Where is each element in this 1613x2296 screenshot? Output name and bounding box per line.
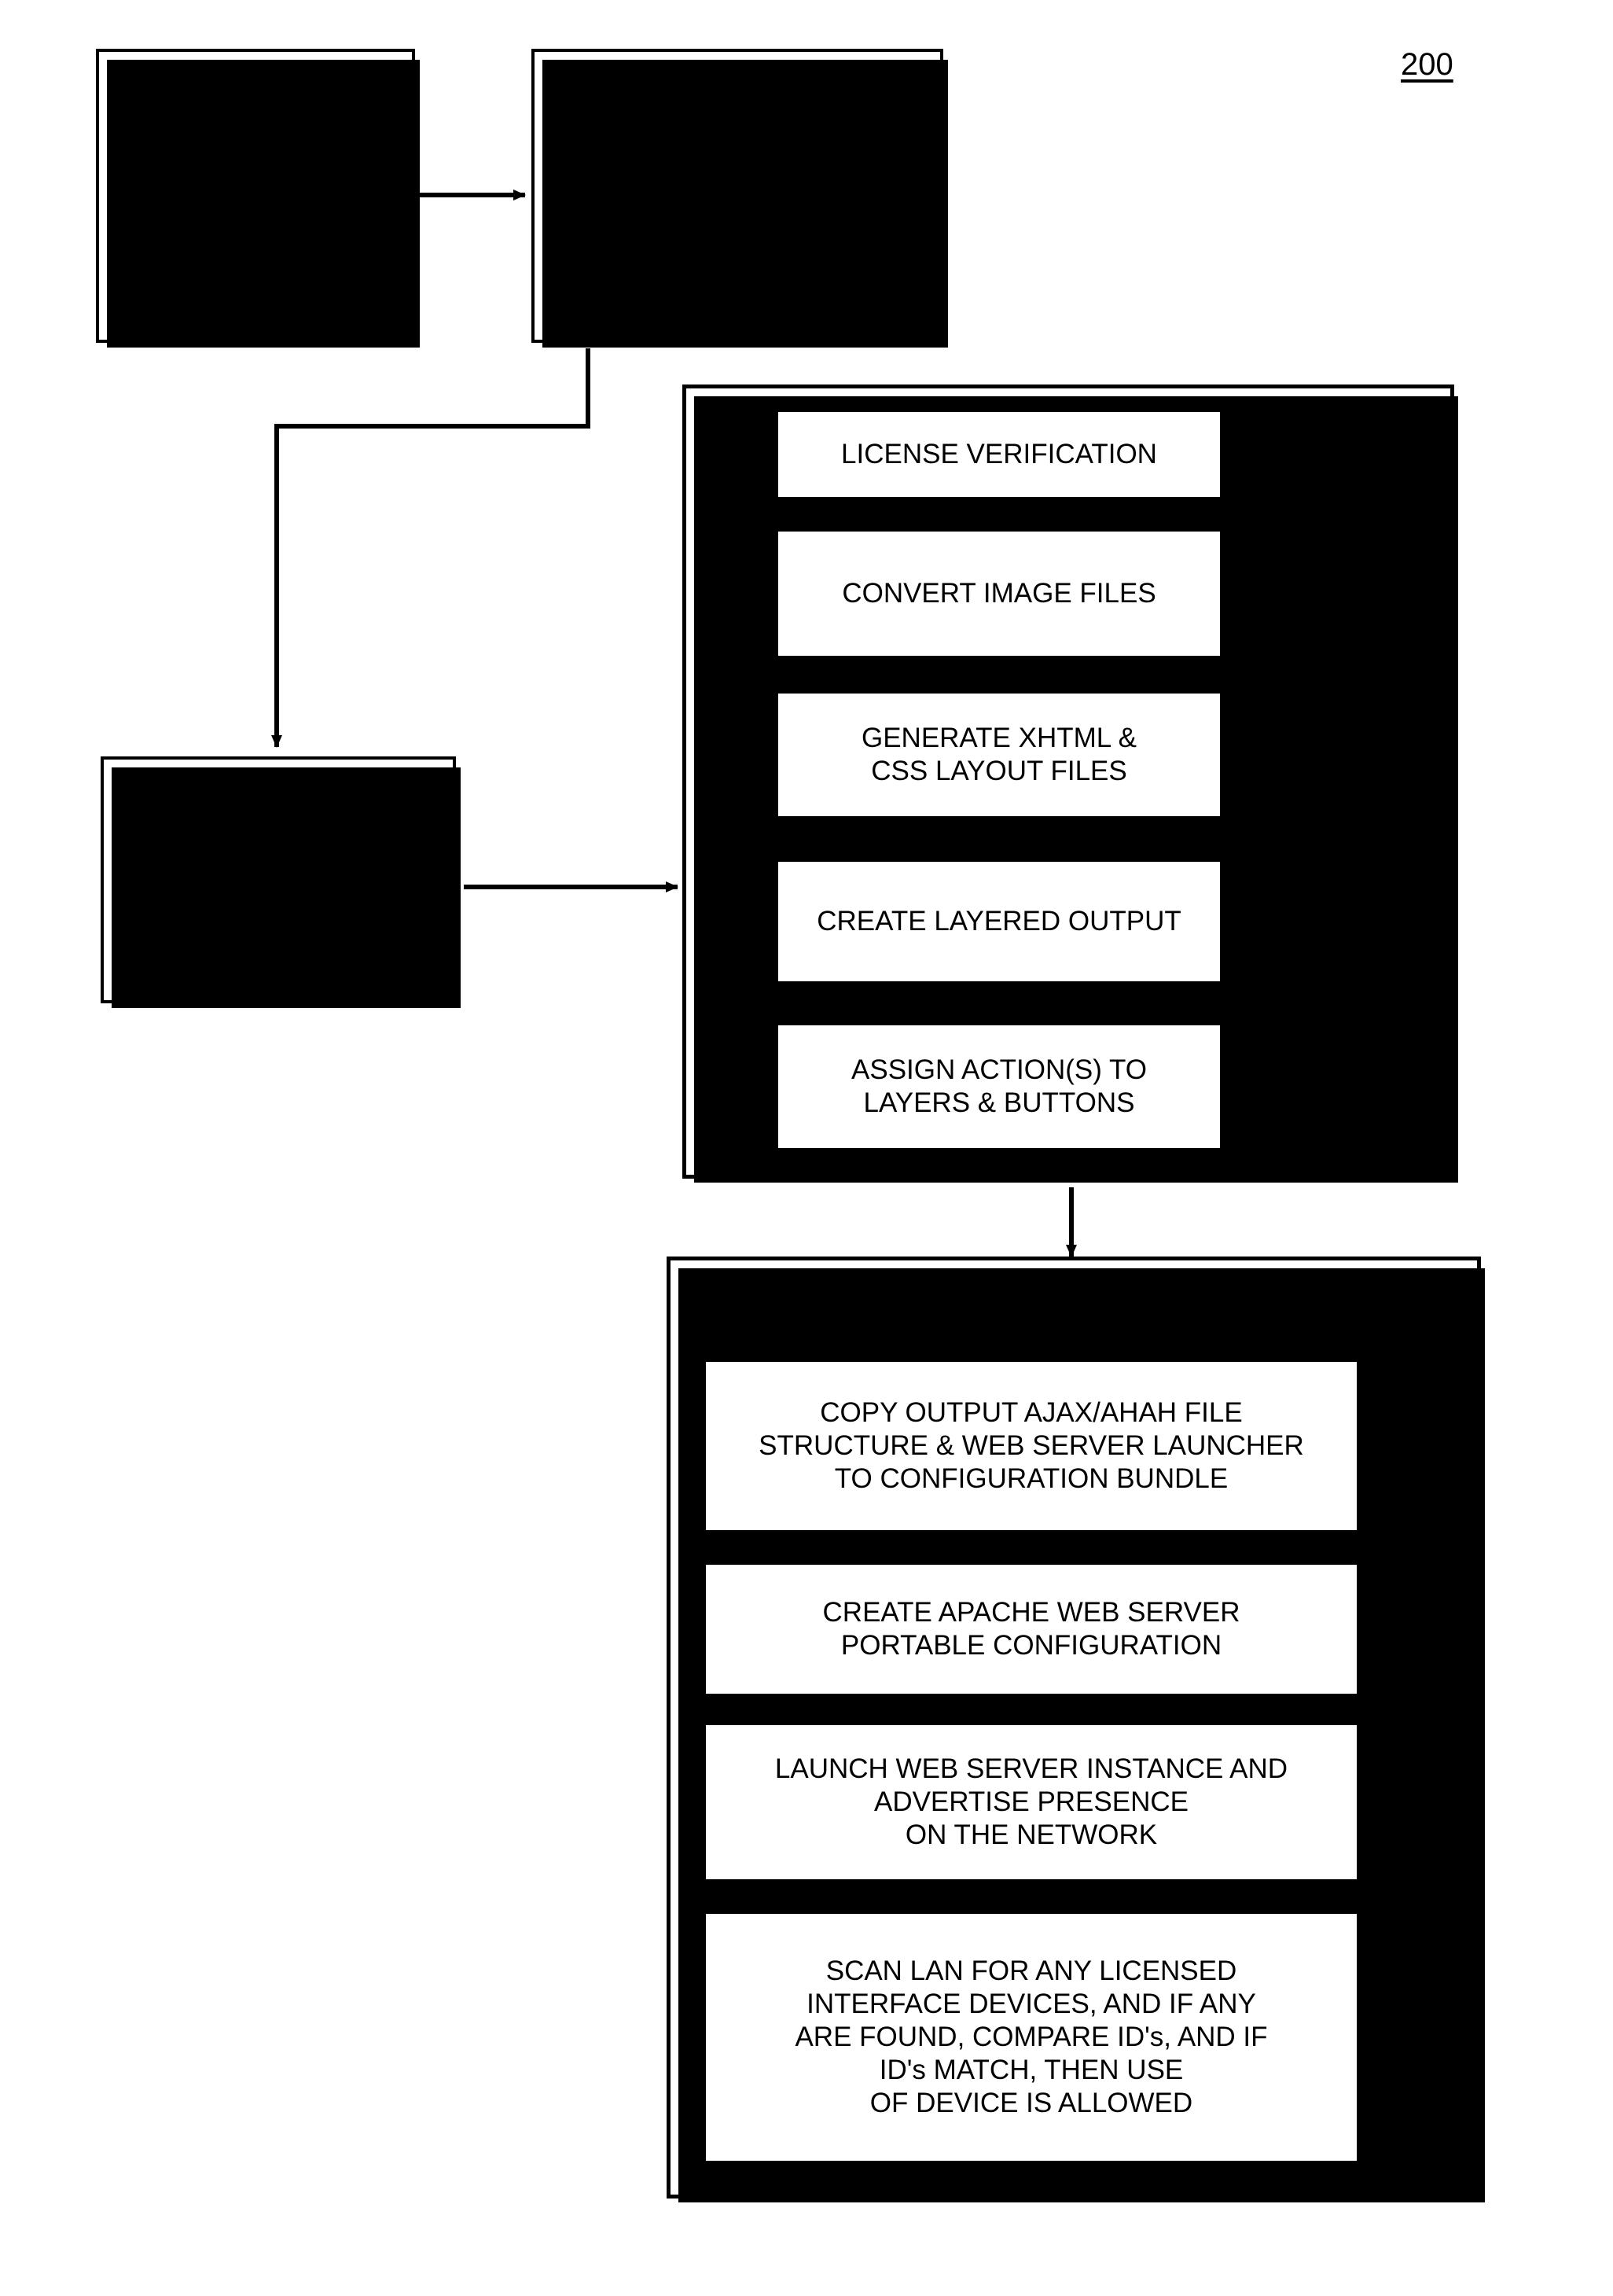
step-scan-lan-licensed-devices[interactable]: SCAN LAN FOR ANY LICENSED INTERFACE DEVI… [703,1911,1360,2164]
configuration-bundle-text: CONFIGURATION BUNDLE 202 [137,143,374,248]
web-app-conversion-label: WEB APPLICATION CONVERSION PROCESS [149,811,408,910]
web-app-conversion-ref: 206 [254,915,303,948]
configuration-bundle-ref: 202 [231,215,280,248]
select-uid-ref: 204 [713,248,762,281]
web-app-conversion-node[interactable]: WEB APPLICATION CONVERSION PROCESS 206 [101,756,461,1008]
step-convert-image-files[interactable]: CONVERT IMAGE FILES [775,528,1223,659]
configuration-bundle-node[interactable]: CONFIGURATION BUNDLE 202 [96,49,420,348]
step-create-layered-output[interactable]: CREATE LAYERED OUTPUT [775,859,1223,984]
step-launch-web-server[interactable]: LAUNCH WEB SERVER INSTANCE AND ADVERTISE… [703,1722,1360,1882]
select-uid-node-wrap: SELECT USER INTERFACE DEVICE (UID) CONFI… [531,49,948,348]
figure-canvas: 200 CONFIGURATION BUNDLE 202 SELECT USER… [0,0,1613,2296]
step-generate-xhtml-css[interactable]: GENERATE XHTML & CSS LAYOUT FILES [775,690,1223,819]
step-license-verification[interactable]: LICENSE VERIFICATION [775,409,1223,500]
select-uid-node[interactable]: SELECT USER INTERFACE DEVICE (UID) CONFI… [531,49,948,348]
select-uid-label: SELECT USER INTERFACE DEVICE (UID) CONFI… [580,110,895,241]
web-app-conversion-text: WEB APPLICATION CONVERSION PROCESS 206 [149,811,407,949]
web-app-conversion-node-wrap: WEB APPLICATION CONVERSION PROCESS 206 [101,756,461,1008]
arrow-204-to-206 [271,348,590,748]
configuration-bundle-label: CONFIGURATION BUNDLE [137,143,374,209]
figure-numeral: 200 [1401,47,1453,82]
select-uid-text: SELECT USER INTERFACE DEVICE (UID) CONFI… [580,111,894,281]
configuration-bundle-node-wrap: CONFIGURATION BUNDLE 202 [96,49,420,348]
step-create-apache-config[interactable]: CREATE APACHE WEB SERVER PORTABLE CONFIG… [703,1562,1360,1697]
step-copy-output-ajax[interactable]: COPY OUTPUT AJAX/AHAH FILE STRUCTURE & W… [703,1359,1360,1533]
output-group-title: OUTPUT FILE & BUNDLE MANAGEMENT [696,1268,1240,1300]
step-assign-actions[interactable]: ASSIGN ACTION(S) TO LAYERS & BUTTONS [775,1022,1223,1151]
